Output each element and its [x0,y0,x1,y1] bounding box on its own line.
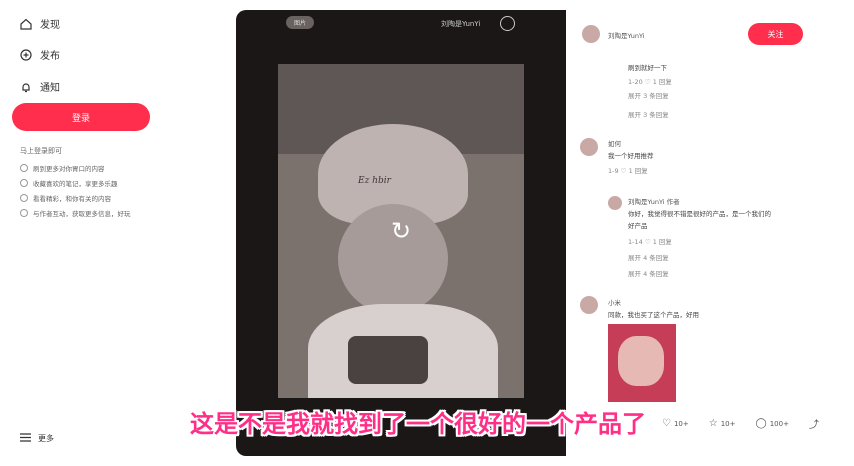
comment-text: 我一个好用推荐 [608,152,654,160]
share-icon: ⤴ [808,420,819,431]
expand-replies-link[interactable]: 展开 3 条回复 [628,109,669,119]
bullet-icon [20,193,28,202]
comment-text: 同款，我也买了这个产品，好用 [608,311,699,319]
comment-image[interactable] [608,324,676,402]
comment-icon: ◯ [755,418,767,429]
comment-meta: 1-14 ♡ 1 回复 [628,238,672,246]
star-icon: ☆ [708,418,718,429]
avatar[interactable] [580,296,598,314]
comment-text: 你好，我觉得很不错是很好的产品，是一个我们的 [628,210,771,218]
author-avatar[interactable] [500,16,515,31]
comment-author[interactable]: 如何 [608,138,621,148]
sidebar: 发现 发布 通知 登录 马上登录即可 刷到更多对你胃口的内容 收藏喜欢的笔记，享… [0,0,168,466]
hat-text: Ez hbir [358,176,391,186]
list-item: 收藏喜欢的笔记，享更多乐趣 [20,175,131,190]
media-viewer: 图片 刘陶是YunYi Ez hbir ↻ [236,10,566,456]
sidebar-item-label: 发现 [40,20,60,31]
comment-meta: 1-9 ♡ 1 回复 [608,167,648,175]
avatar[interactable] [580,138,598,156]
more-menu-button[interactable]: 更多 [20,433,54,444]
comment-button[interactable]: ◯ 100+ [756,418,789,429]
comment-meta: 1-20 ♡ 1 回复 [628,78,672,86]
like-button[interactable]: ♡ 10+ [662,418,689,429]
bullet-icon [20,178,28,187]
login-benefits-list: 刷到更多对你胃口的内容 收藏喜欢的笔记，享更多乐趣 看看精彩，和你有关的内容 与… [20,160,131,220]
comments-panel: 刘陶是YunYi 关注 刷到就好一下 1-20 ♡ 1 回复 展开 3 条回复 … [566,10,836,456]
media-author-name[interactable]: 刘陶是YunYi [441,19,480,29]
list-item: 与作者互动，获取更多信息，好玩 [20,205,131,220]
comment-text-continued: 好产品 [628,222,648,230]
bullet-icon [20,163,28,172]
comment-text: 刷到就好一下 [628,64,667,72]
comment-image-content [618,336,664,386]
replay-icon[interactable]: ↻ [386,216,416,246]
comment-author[interactable]: 刘陶是YunYi 作者 [628,196,680,206]
photo-shirt-print [348,336,428,384]
collect-button[interactable]: ☆ 10+ [709,418,736,429]
expand-replies-link[interactable]: 展开 4 条回复 [628,252,669,262]
avatar[interactable] [582,25,600,43]
heart-icon: ♡ [662,418,671,429]
sidebar-item-label: 通知 [40,83,60,94]
post-author-name[interactable]: 刘陶是YunYi [608,30,645,40]
expand-replies-link[interactable]: 展开 4 条回复 [628,268,669,278]
list-item: 看看精彩，和你有关的内容 [20,190,131,205]
sidebar-item-label: 发布 [40,51,60,62]
sidebar-item-notifications[interactable]: 通知 [20,79,60,94]
video-subtitle: 这是不是我就找到了一个很好的一个产品了 [190,410,646,438]
media-type-badge: 图片 [286,16,314,29]
sidebar-item-discover[interactable]: 发现 [20,16,60,31]
follow-button[interactable]: 关注 [748,23,803,45]
menu-icon [20,433,31,444]
plus-circle-icon [20,48,32,61]
bell-icon [20,81,32,93]
expand-replies-link[interactable]: 展开 3 条回复 [628,90,669,100]
sidebar-item-publish[interactable]: 发布 [20,47,60,62]
bullet-icon [20,208,28,217]
login-button[interactable]: 登录 [12,103,150,131]
engagement-bar: ♡ 10+ ☆ 10+ ◯ 100+ ⤴ [662,416,822,431]
login-prompt-title: 马上登录即可 [20,147,62,155]
comment-author[interactable]: 小米 [608,297,621,307]
share-button[interactable]: ⤴ [809,416,822,431]
list-item: 刷到更多对你胃口的内容 [20,160,131,175]
home-icon [20,18,32,30]
avatar[interactable] [608,196,622,210]
